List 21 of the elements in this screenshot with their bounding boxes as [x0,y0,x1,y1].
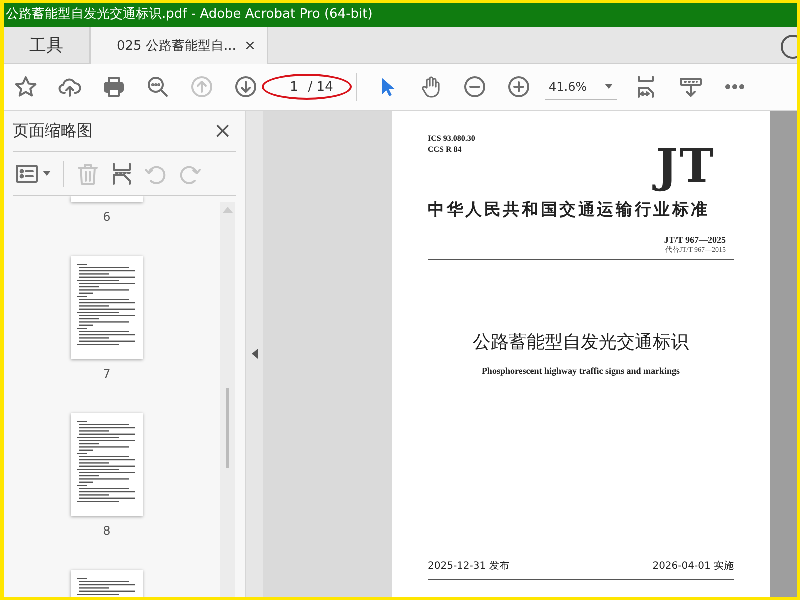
issue-date: 2025-12-31 发布 [428,560,510,573]
panel-title: 页面缩略图 [13,120,93,142]
standard-number: JT/T 967—2025 [664,235,726,245]
page-number: 6 [103,210,111,224]
english-title: Phosphorescent highway traffic signs and markings [482,366,680,376]
page-number: 8 [103,524,111,538]
standard-heading: 中华人民共和国交通运输行业标准 [428,199,711,221]
page-thumbnail[interactable] [71,413,143,516]
document-title: 公路蓄能型自发光交通标识 [473,331,689,354]
scrollbar[interactable] [220,202,235,597]
document-tab[interactable]: 025 公路蓄能型自... × [90,27,268,64]
effective-date: 2026-04-01 实施 [652,560,734,573]
ics-code: ICS 93.080.30 [428,133,476,144]
page-thumbnail[interactable] [71,256,143,359]
page-thumbnail[interactable] [71,196,143,202]
page-number: 7 [103,367,111,381]
close-icon[interactable]: × [244,38,256,54]
ccs-code: CCS R 84 [428,144,463,155]
zoom-dropdown[interactable]: 41.6% [545,74,617,100]
page-number-field[interactable]: 1 / 14 [268,75,334,99]
window-title: 公路蓄能型自发光交通标识.pdf - Adobe Acrobat Pro (64-bit) [4,3,797,27]
